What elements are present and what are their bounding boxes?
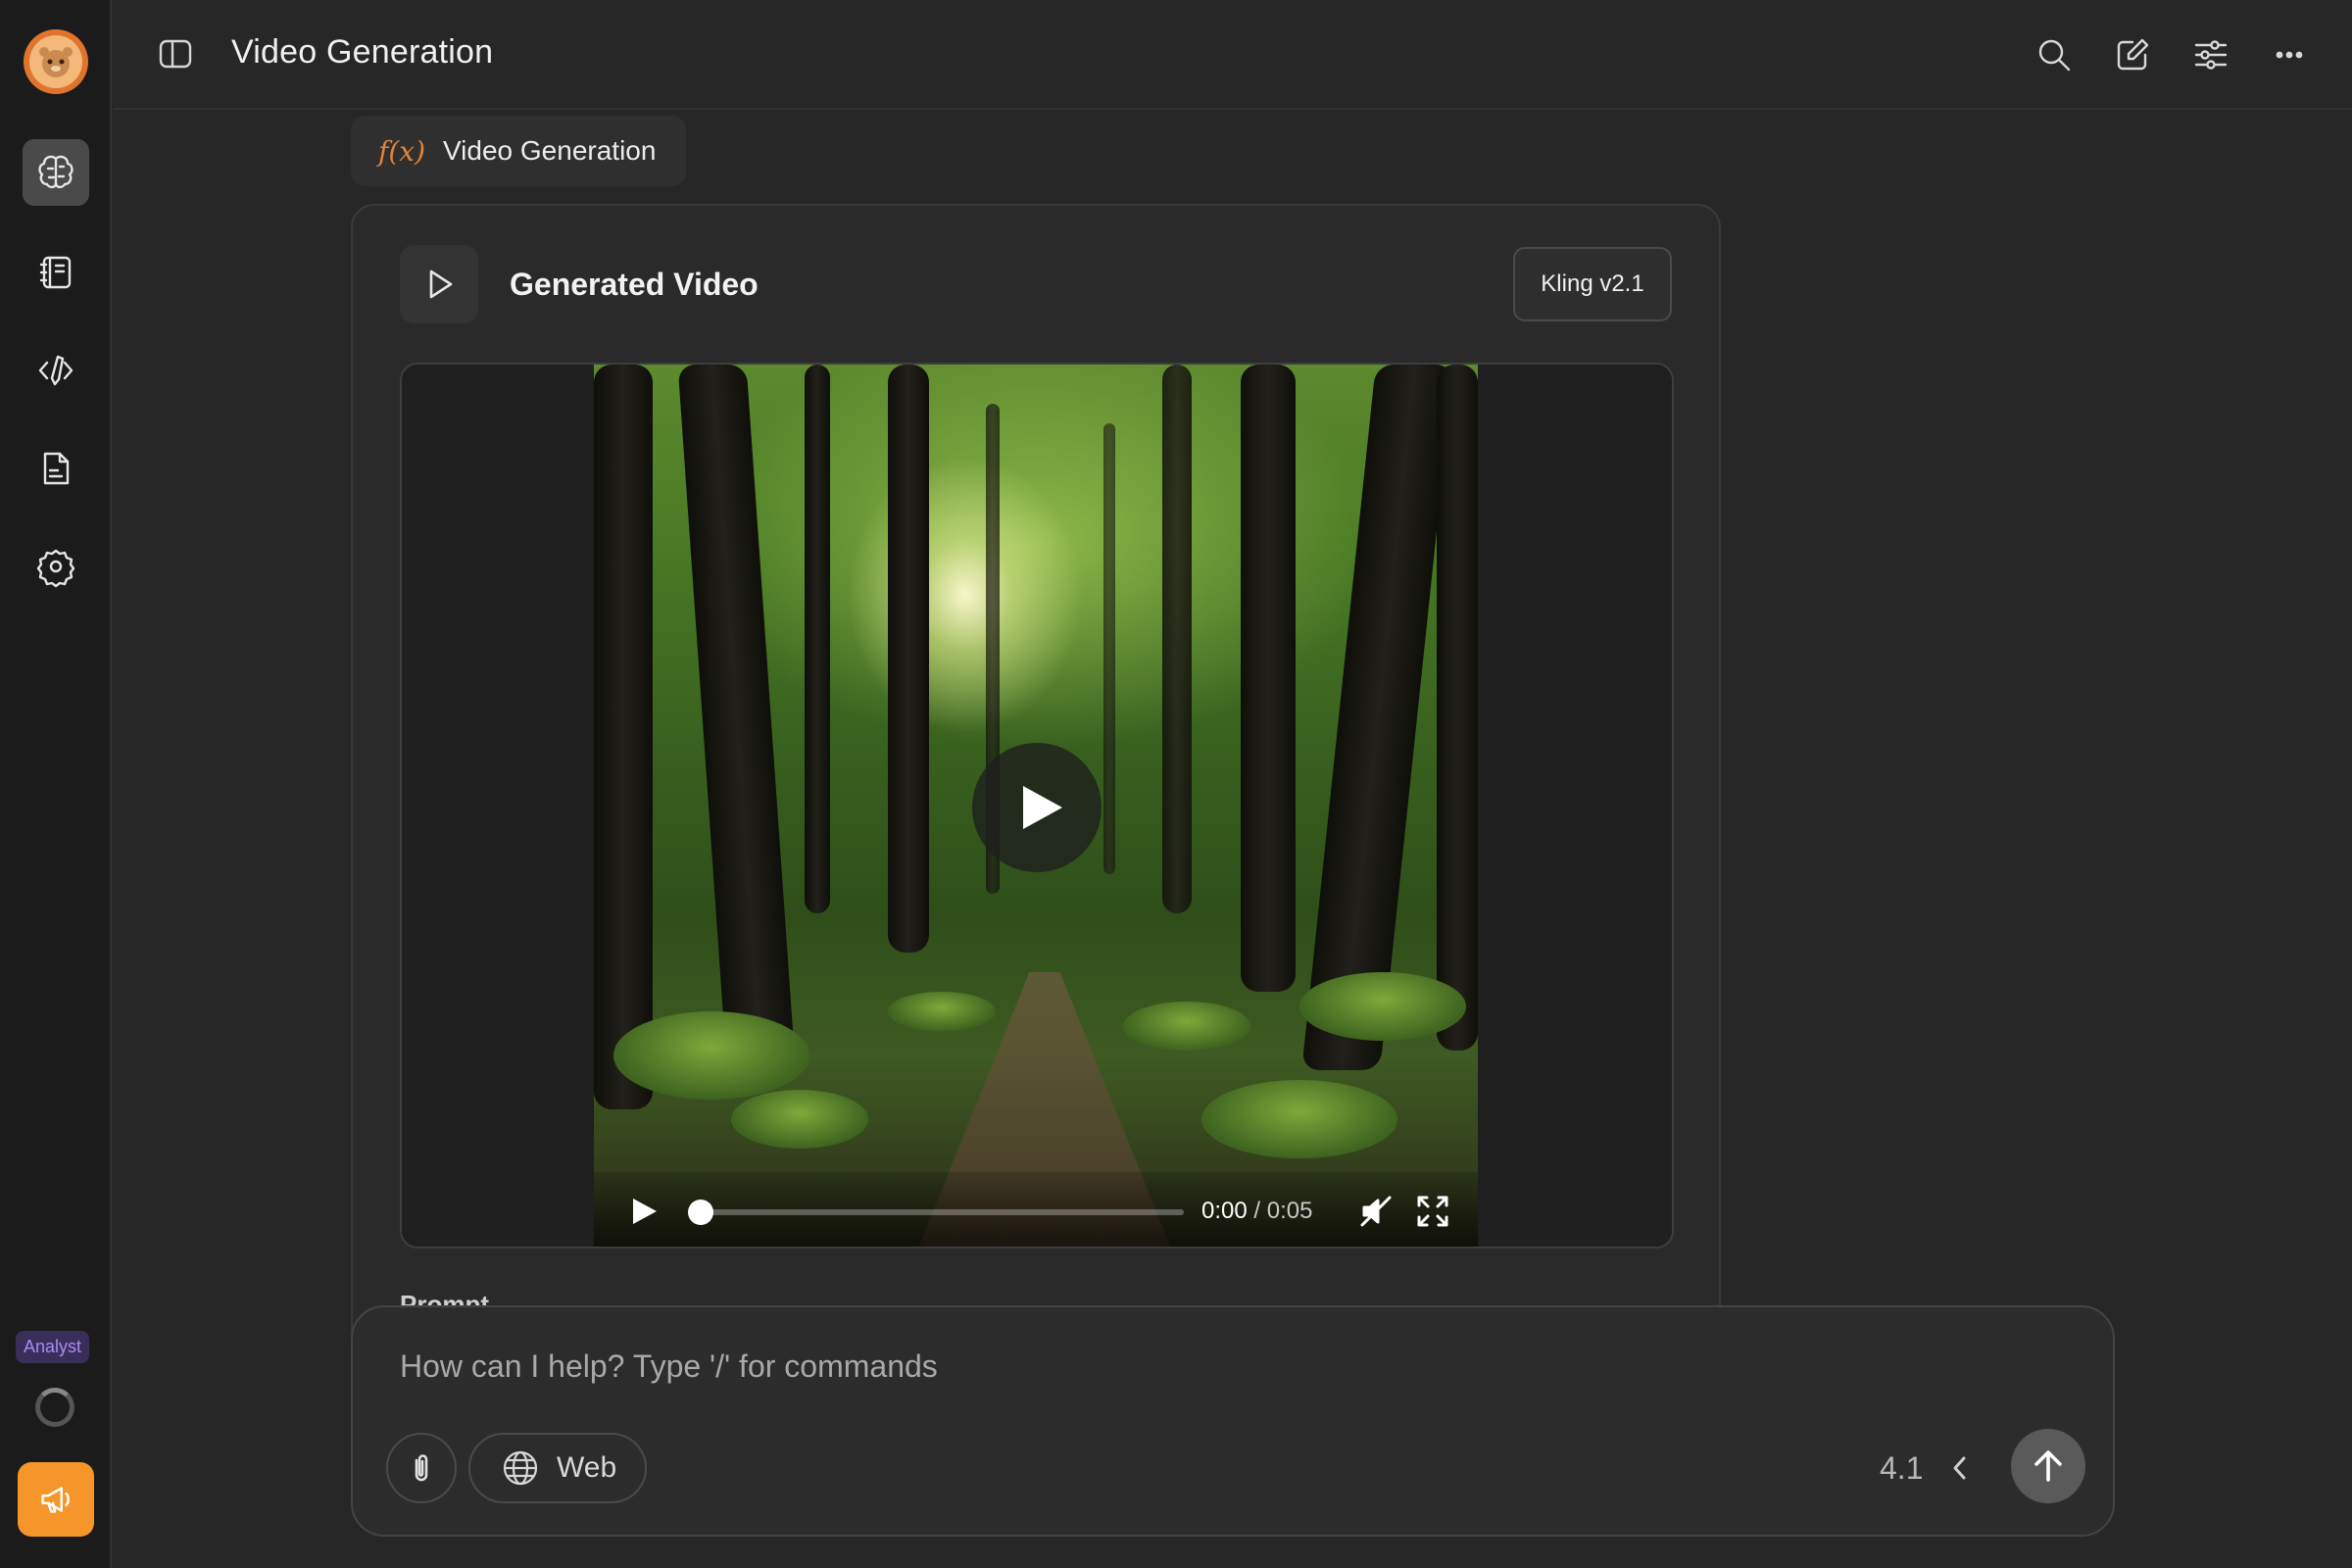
search-icon	[2038, 39, 2071, 72]
notebook-icon	[39, 256, 72, 289]
play-icon	[633, 1199, 657, 1224]
app-avatar[interactable]	[24, 29, 88, 94]
tool-call-label: Video Generation	[443, 135, 657, 166]
avatar-face-icon	[29, 35, 82, 88]
web-search-toggle[interactable]: Web	[468, 1433, 647, 1503]
megaphone-icon	[41, 1487, 70, 1513]
tree-trunk	[1103, 423, 1115, 874]
more-icon	[2276, 51, 2303, 59]
send-button[interactable]	[2011, 1429, 2085, 1503]
analyst-badge[interactable]: Analyst	[16, 1331, 90, 1363]
time-separator: /	[1247, 1198, 1267, 1224]
model-version-label[interactable]: 4.1	[1880, 1450, 1923, 1487]
fullscreen-icon	[1417, 1196, 1448, 1227]
rail-item-code[interactable]	[23, 337, 89, 404]
seek-bar[interactable]	[702, 1209, 1184, 1215]
rail-item-settings[interactable]	[23, 533, 89, 600]
moss-mound	[613, 1011, 809, 1100]
tree-trunk	[594, 365, 653, 1109]
search-button[interactable]	[2033, 33, 2076, 76]
moss-mound	[1299, 972, 1466, 1041]
current-time: 0:00	[1201, 1198, 1248, 1224]
tree-trunk	[1301, 365, 1454, 1070]
tree-trunk	[1241, 365, 1296, 992]
moss-mound	[888, 992, 996, 1031]
volume-muted-icon	[1360, 1196, 1392, 1227]
rail-item-documents[interactable]	[23, 435, 89, 502]
paperclip-icon	[415, 1454, 428, 1482]
message-composer: Web 4.1	[351, 1305, 2115, 1537]
seek-handle[interactable]	[688, 1200, 713, 1225]
sliders-icon	[2194, 40, 2228, 70]
globe-icon	[503, 1450, 538, 1486]
rail-item-notebook[interactable]	[23, 239, 89, 306]
arrow-up-icon	[2034, 1450, 2062, 1482]
video-controls: 0:00 / 0:05	[594, 1172, 1478, 1247]
function-icon: f(x)	[378, 134, 426, 168]
time-display: 0:00 / 0:05	[1201, 1198, 1312, 1225]
moss-mound	[1123, 1002, 1250, 1051]
announcement-button[interactable]	[18, 1462, 94, 1537]
tree-trunk	[805, 365, 830, 913]
model-selector-chevron[interactable]	[1946, 1450, 1974, 1486]
play-outline-icon	[429, 270, 453, 299]
tree-trunk	[888, 365, 929, 953]
more-options-button[interactable]	[2268, 33, 2311, 76]
left-rail: Analyst	[0, 0, 112, 1568]
page-title: Video Generation	[231, 33, 494, 71]
center-play-button[interactable]	[972, 743, 1102, 872]
video-frame: 0:00 / 0:05	[400, 363, 1674, 1249]
loading-spinner-icon	[35, 1388, 74, 1427]
tree-trunk	[1162, 365, 1192, 913]
edit-icon	[2117, 38, 2149, 71]
video-type-icon-box	[400, 245, 478, 323]
tool-call-pill[interactable]: f(x) Video Generation	[351, 116, 686, 186]
fullscreen-button[interactable]	[1415, 1194, 1450, 1229]
play-icon	[1023, 786, 1062, 829]
play-button[interactable]	[627, 1196, 659, 1227]
brain-icon	[38, 155, 74, 189]
mute-button[interactable]	[1358, 1194, 1394, 1229]
web-label: Web	[557, 1451, 617, 1484]
card-title: Generated Video	[510, 267, 759, 302]
video-player[interactable]: 0:00 / 0:05	[594, 365, 1478, 1247]
document-icon	[43, 452, 70, 485]
moss-mound	[1201, 1080, 1397, 1158]
attach-button[interactable]	[386, 1433, 457, 1503]
new-chat-button[interactable]	[2111, 33, 2154, 76]
chevron-left-icon	[1953, 1456, 1966, 1480]
settings-sliders-button[interactable]	[2189, 33, 2232, 76]
moss-mound	[731, 1090, 868, 1149]
sidebar-toggle-button[interactable]	[159, 39, 192, 69]
settings-icon	[36, 549, 75, 588]
message-input[interactable]	[400, 1348, 1968, 1385]
top-header: Video Generation	[114, 0, 2352, 110]
rail-item-brain[interactable]	[23, 139, 89, 206]
duration: 0:05	[1266, 1198, 1313, 1224]
sidebar-panel-icon	[159, 39, 192, 69]
code-pen-icon	[38, 355, 74, 386]
tree-trunk	[677, 365, 795, 1051]
generated-video-card: Generated Video Kling v2.1 0:00 / 0:05 P…	[351, 204, 1721, 1380]
model-badge: Kling v2.1	[1513, 247, 1672, 321]
tree-trunk	[1437, 365, 1478, 1051]
